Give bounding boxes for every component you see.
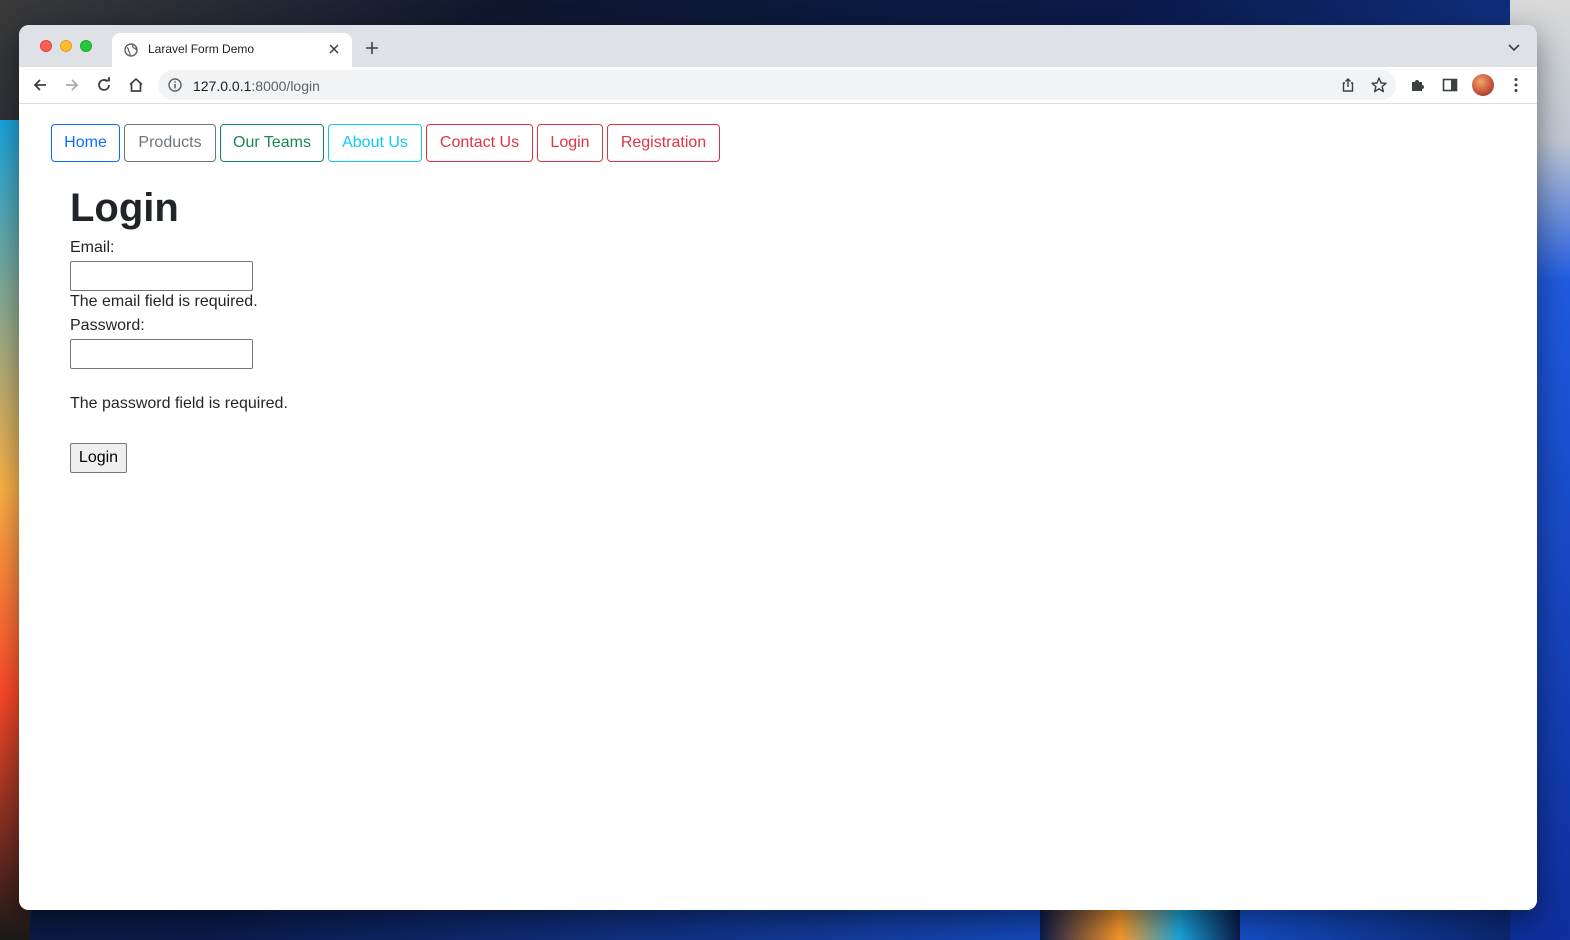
side-panel-icon[interactable] <box>1441 76 1459 94</box>
window-minimize-button[interactable] <box>60 40 72 52</box>
tab-strip: Laravel Form Demo <box>19 25 1537 67</box>
password-label: Password: <box>70 317 145 334</box>
globe-icon <box>124 43 138 57</box>
password-field[interactable] <box>70 339 253 369</box>
email-label: Email: <box>70 239 115 256</box>
star-icon[interactable] <box>1370 76 1388 94</box>
nav-login-button[interactable]: Login <box>537 124 603 162</box>
page-content: Home Products Our Teams About Us Contact… <box>19 104 1537 910</box>
tab-laravel-form-demo[interactable]: Laravel Form Demo <box>112 33 352 67</box>
login-submit-button[interactable]: Login <box>70 443 127 473</box>
plus-icon[interactable] <box>365 41 379 55</box>
puzzle-icon[interactable] <box>1409 76 1427 94</box>
url-host: 127.0.0.1 <box>193 78 252 94</box>
url-text: 127.0.0.1:8000/login <box>193 78 320 94</box>
url-path: :8000/login <box>251 78 320 94</box>
window-close-button[interactable] <box>40 40 52 52</box>
kebab-menu-icon[interactable] <box>1507 76 1525 94</box>
chevron-down-icon[interactable] <box>1508 44 1520 52</box>
home-icon[interactable] <box>127 76 145 94</box>
wallpaper-streak <box>1040 905 1240 940</box>
share-icon[interactable] <box>1340 77 1356 93</box>
nav-home-button[interactable]: Home <box>51 124 120 162</box>
browser-window: Laravel Form Demo 127.0.0.1:8000/login H… <box>19 25 1537 910</box>
nav-about-us-button[interactable]: About Us <box>328 124 422 162</box>
nav-registration-button[interactable]: Registration <box>607 124 720 162</box>
password-error-text: The password field is required. <box>70 395 288 412</box>
arrow-left-icon[interactable] <box>31 76 49 94</box>
nav-our-teams-button[interactable]: Our Teams <box>220 124 324 162</box>
email-error-text: The email field is required. <box>70 293 258 310</box>
address-bar[interactable]: 127.0.0.1:8000/login <box>158 70 1396 100</box>
page-title: Login <box>70 186 179 230</box>
reload-icon[interactable] <box>95 76 113 94</box>
window-zoom-button[interactable] <box>80 40 92 52</box>
avatar[interactable] <box>1472 74 1494 96</box>
nav-contact-us-button[interactable]: Contact Us <box>426 124 533 162</box>
email-field[interactable] <box>70 261 253 291</box>
info-icon[interactable] <box>168 78 182 92</box>
close-icon[interactable] <box>328 43 340 55</box>
browser-toolbar: 127.0.0.1:8000/login <box>19 67 1537 104</box>
nav-products-button[interactable]: Products <box>124 124 216 162</box>
arrow-right-icon[interactable] <box>63 76 81 94</box>
tab-title: Laravel Form Demo <box>148 42 255 56</box>
